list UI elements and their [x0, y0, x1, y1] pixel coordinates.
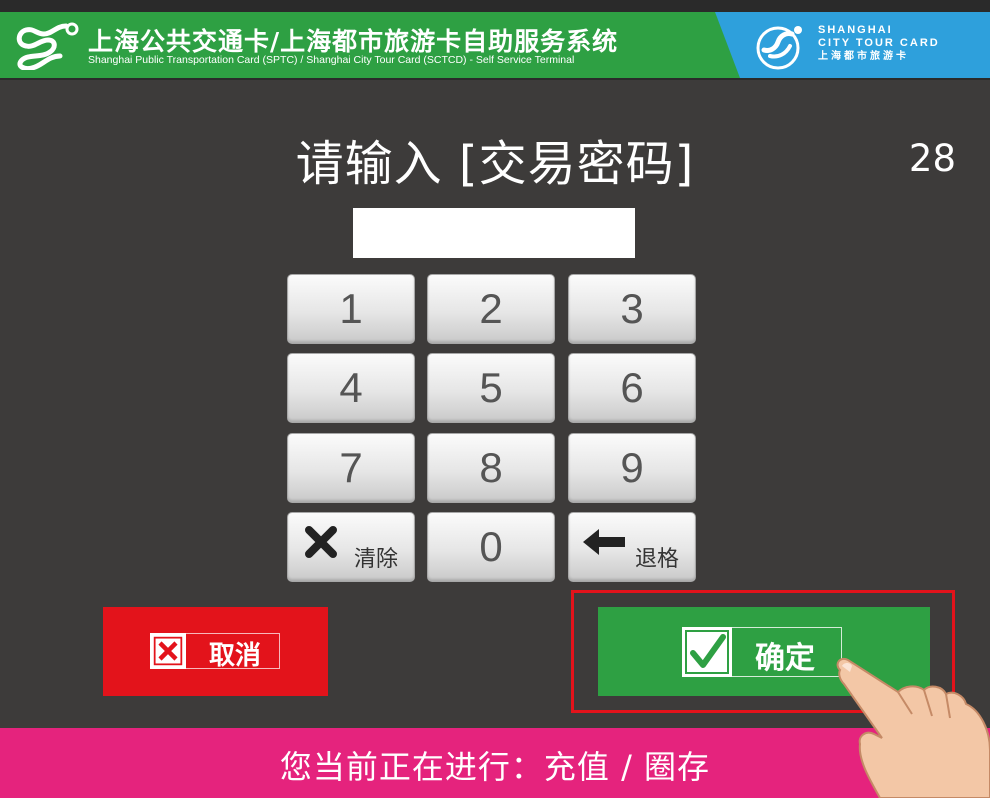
key-6[interactable]: 6 — [568, 353, 696, 423]
header-subtitle: Shanghai Public Transportation Card (SPT… — [88, 54, 575, 66]
close-icon — [305, 526, 337, 558]
sptc-logo-icon — [16, 22, 79, 70]
arrow-left-icon — [583, 529, 625, 555]
key-2[interactable]: 2 — [427, 274, 555, 344]
key-4[interactable]: 4 — [287, 353, 415, 423]
key-9[interactable]: 9 — [568, 433, 696, 503]
countdown-timer: 28 — [908, 137, 956, 180]
close-box-icon — [150, 633, 186, 669]
pointing-hand-icon — [836, 658, 990, 798]
cancel-label: 取消 — [209, 641, 262, 671]
cancel-button-frame: 取消 — [150, 633, 280, 671]
key-7[interactable]: 7 — [287, 433, 415, 503]
key-0[interactable]: 0 — [427, 512, 555, 582]
check-box-icon — [682, 627, 732, 677]
city-tour-card-logo-icon — [756, 26, 802, 70]
password-prompt: 请输入 [交易密码] — [295, 136, 695, 192]
cancel-button[interactable]: 取消 — [103, 607, 328, 696]
backspace-label: 退格 — [635, 547, 680, 572]
confirm-button-frame: 确定 — [682, 627, 842, 677]
city-tour-card-brand: SHANGHAI CITY TOUR CARD 上海都市旅游卡 — [818, 24, 940, 63]
brand-line-1: SHANGHAI — [818, 24, 893, 36]
confirm-label: 确定 — [755, 641, 815, 676]
password-input[interactable] — [353, 208, 635, 258]
brand-line-3: 上海都市旅游卡 — [818, 51, 909, 62]
header-title: 上海公共交通卡/上海都市旅游卡自助服务系统 — [88, 27, 619, 56]
brand-line-2: CITY TOUR CARD — [818, 37, 940, 49]
key-5[interactable]: 5 — [427, 353, 555, 423]
clear-label: 清除 — [354, 547, 399, 572]
header-bar: 上海公共交通卡/上海都市旅游卡自助服务系统 Shanghai Public Tr… — [0, 0, 990, 80]
backspace-button[interactable]: 退格 — [568, 512, 696, 582]
clear-button[interactable]: 清除 — [287, 512, 415, 582]
key-3[interactable]: 3 — [568, 274, 696, 344]
key-1[interactable]: 1 — [287, 274, 415, 344]
key-8[interactable]: 8 — [427, 433, 555, 503]
